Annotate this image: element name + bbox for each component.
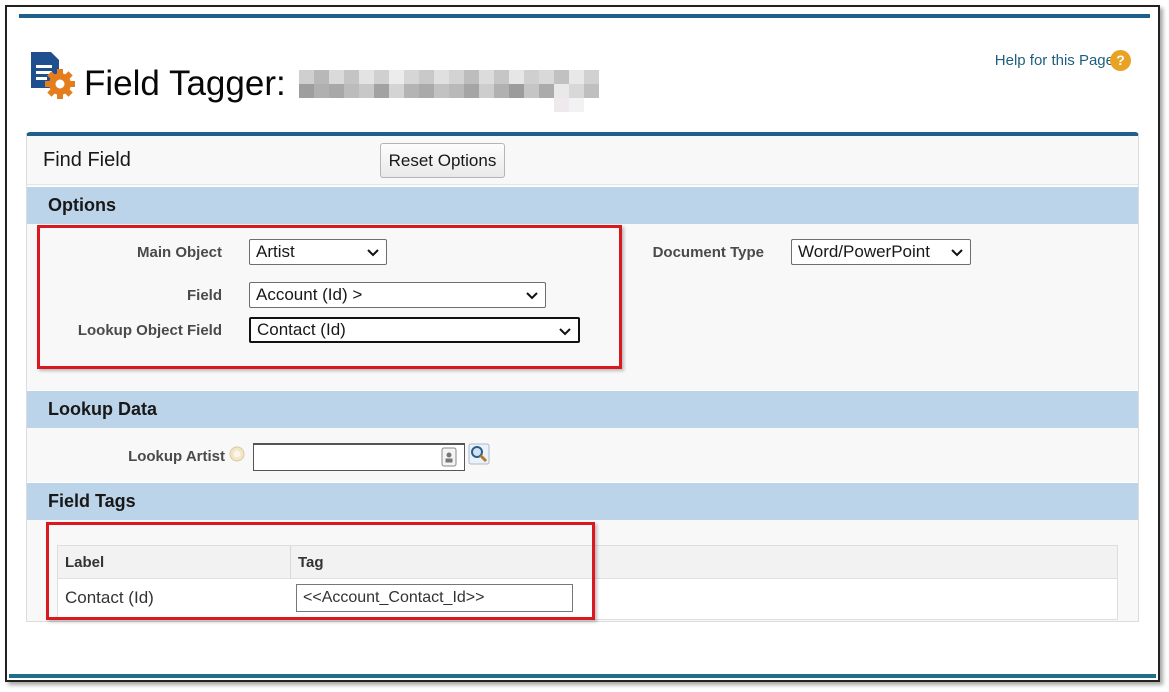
options-highlight-box: [37, 225, 622, 369]
lookup-artist-input[interactable]: [253, 443, 465, 471]
field-tags-section-header: Field Tags: [27, 482, 1138, 520]
document-type-value: Word/PowerPoint: [798, 242, 930, 261]
panel-title: Find Field: [43, 149, 131, 171]
question-icon[interactable]: ?: [1110, 50, 1131, 71]
panel-header: Find Field Reset Options: [27, 136, 1138, 185]
bottom-accent-bar: [9, 674, 1156, 678]
lookup-artist-label: Lookup Artist: [128, 448, 225, 465]
options-section-label: Options: [48, 195, 116, 215]
redacted-name: [297, 67, 617, 112]
document-type-select[interactable]: Word/PowerPoint: [791, 239, 971, 265]
contact-card-icon[interactable]: [441, 447, 457, 467]
field-tags-section-label: Field Tags: [48, 491, 136, 511]
lookup-data-section-header: Lookup Data: [27, 390, 1138, 428]
options-section-header: Options: [27, 186, 1138, 224]
document-gear-icon: [27, 50, 75, 100]
magnifier-icon[interactable]: [468, 443, 490, 465]
top-accent-bar: [19, 14, 1150, 18]
chevron-down-icon: [951, 249, 963, 257]
info-icon: [229, 446, 245, 462]
field-tags-highlight-box: [46, 522, 595, 620]
lookup-data-section-label: Lookup Data: [48, 399, 158, 419]
reset-options-button[interactable]: Reset Options: [380, 143, 505, 178]
help-link[interactable]: Help for this Page: [995, 52, 1114, 69]
page-title: Field Tagger:: [84, 64, 286, 103]
